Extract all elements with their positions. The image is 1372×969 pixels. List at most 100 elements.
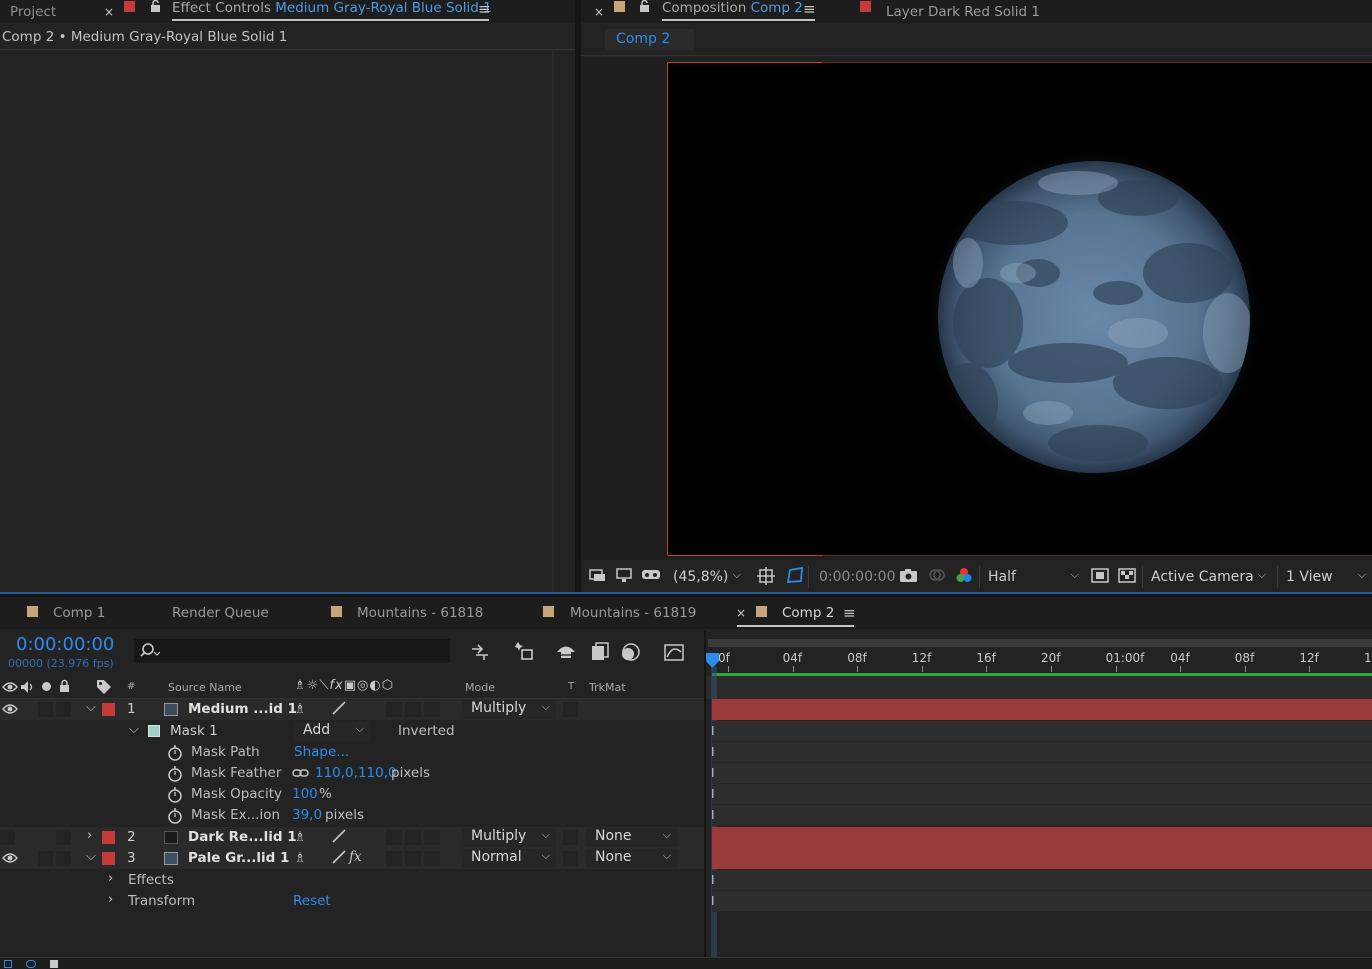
mask-path-row[interactable]: Mask Path Shape... (0, 742, 704, 763)
preserve-transparency-switch[interactable] (563, 702, 578, 717)
keyframe-nav-icon[interactable]: I (711, 745, 719, 759)
layer-1-duration-bar[interactable] (712, 699, 1372, 720)
toggle-render-icon[interactable] (50, 960, 58, 968)
mask-feather-value[interactable]: 110,0,110,0 (315, 765, 397, 781)
track-matte-dropdown[interactable]: None ⌵ (586, 849, 677, 868)
tab-comp1[interactable]: Comp 1 (53, 605, 105, 621)
shy-switch-icon[interactable]: ♗ (294, 701, 306, 717)
resolution-dropdown[interactable]: Half ⌵ (979, 566, 1085, 588)
mask-expansion-row[interactable]: Mask Ex...ion 39,0 pixels (0, 805, 704, 826)
keyframe-nav-icon[interactable]: I (711, 808, 719, 822)
frame-blend-switch[interactable] (386, 851, 402, 866)
blend-mode-dropdown[interactable]: Multiply ⌵ (462, 828, 556, 847)
close-icon[interactable]: × (594, 5, 604, 19)
keyframe-nav-icon[interactable]: I (711, 894, 719, 908)
motion-blur-switch[interactable] (405, 702, 421, 717)
layer-row-2[interactable]: › 2 Dark Re...lid 1 ♗ Multiply ⌵ None ⌵ (0, 827, 704, 848)
magnification-dropdown[interactable]: (45,8%) ⌵ (667, 566, 747, 588)
collapse-chevron-icon[interactable]: ⌵ (86, 700, 96, 715)
expand-chevron-icon[interactable]: › (108, 892, 113, 907)
transparency-grid-icon[interactable] (1118, 568, 1136, 588)
keyframe-nav-icon[interactable]: I (711, 873, 719, 887)
lock-switch[interactable] (56, 830, 71, 845)
preserve-transparency-switch[interactable] (563, 851, 578, 866)
tab-mountains-61818[interactable]: Mountains - 61818 (357, 605, 483, 621)
lock-icon[interactable] (639, 0, 650, 17)
mask-opacity-row[interactable]: Mask Opacity 100 % (0, 784, 704, 805)
video-switch[interactable] (0, 830, 15, 845)
collapse-chevron-icon[interactable]: ⌵ (86, 849, 96, 864)
effect-controls-scrollbar[interactable] (552, 51, 554, 592)
label-color-swatch[interactable] (102, 703, 115, 716)
expand-chevron-icon[interactable]: › (108, 871, 113, 886)
effect-switch-icon[interactable]: fx (349, 849, 362, 865)
vr-mask-icon[interactable] (641, 567, 661, 587)
composition-mini-flowchart-icon[interactable] (470, 643, 492, 665)
track-matte-dropdown[interactable]: None ⌵ (586, 828, 677, 847)
blend-mode-dropdown[interactable]: Normal ⌵ (462, 849, 556, 868)
monitor-icon[interactable] (615, 567, 633, 587)
current-time-field[interactable]: 0:00:00:00 (808, 566, 896, 588)
shy-layers-icon[interactable] (555, 643, 577, 665)
stopwatch-icon[interactable] (167, 744, 183, 765)
keyframe-nav-icon[interactable]: I (711, 787, 719, 801)
mask-expansion-value[interactable]: 39,0 (292, 807, 322, 823)
3d-switch[interactable] (424, 702, 440, 717)
mask-path-value[interactable]: Shape... (294, 744, 349, 760)
column-trkmat-header[interactable]: TrkMat (589, 681, 626, 694)
tab-render-queue[interactable]: Render Queue (172, 605, 269, 621)
view-layout-dropdown[interactable]: 1 View ⌵ (1277, 566, 1372, 588)
show-snapshot-icon[interactable] (927, 567, 947, 587)
mask-name[interactable]: Mask 1 (170, 723, 218, 739)
camera-snapshot-icon[interactable] (899, 567, 919, 587)
layer-row-1[interactable]: ⌵ 1 Medium ...id 1 ♗ Multiply ⌵ (0, 699, 704, 720)
constrain-proportions-icon[interactable] (292, 767, 310, 783)
audio-switch[interactable] (38, 851, 53, 866)
frame-blending-icon[interactable] (590, 642, 610, 666)
graph-editor-icon[interactable] (663, 642, 685, 666)
panel-menu-icon[interactable]: ≡ (843, 604, 856, 622)
mask-mode-dropdown[interactable]: Add ⌵ (294, 722, 370, 741)
tab-project[interactable]: Project (10, 4, 56, 20)
camera-view-dropdown[interactable]: Active Camera ⌵ (1142, 566, 1272, 588)
lock-switch[interactable] (56, 851, 71, 866)
motion-blur-switch[interactable] (405, 851, 421, 866)
frame-blend-switch[interactable] (386, 702, 402, 717)
region-of-interest-icon[interactable] (1091, 568, 1109, 588)
3d-switch[interactable] (424, 830, 440, 845)
tab-comp2-viewer[interactable]: Comp 2 (605, 29, 694, 50)
solo-icon[interactable] (42, 682, 51, 691)
tab-comp2[interactable]: Comp 2 (737, 603, 854, 627)
layer-name[interactable]: Medium ...id 1 (188, 701, 297, 717)
inverted-checkbox[interactable] (378, 724, 393, 739)
time-ruler[interactable]: 0f04f08f12f16f20f01:00f04f08f12f16f (704, 637, 1372, 676)
layer-search-input[interactable] (134, 639, 450, 663)
preserve-transparency-switch[interactable] (563, 830, 578, 845)
timeline-divider[interactable] (704, 631, 706, 969)
motion-blur-switch[interactable] (405, 830, 421, 845)
column-source-name-header[interactable]: Source Name (168, 681, 242, 694)
layer-2-duration-bar[interactable] (712, 827, 1372, 848)
eye-icon[interactable] (2, 680, 18, 698)
layer-row-3[interactable]: ⌵ 3 Pale Gr...lid 1 ♗ fx Normal ⌵ None ⌵ (0, 848, 704, 869)
current-time-display[interactable]: 0:00:00:00 (16, 634, 114, 655)
tab-layer[interactable]: Layer Dark Red Solid 1 (886, 4, 1040, 20)
frame-blend-switch[interactable] (386, 830, 402, 845)
expand-chevron-icon[interactable]: › (87, 828, 92, 843)
effects-group-row[interactable]: › Effects (0, 870, 704, 891)
stopwatch-icon[interactable] (167, 765, 183, 786)
collapse-chevron-icon[interactable]: ⌵ (129, 722, 139, 737)
tab-composition[interactable]: Composition Comp 2 (662, 0, 815, 21)
shy-switch-icon[interactable]: ♗ (294, 829, 306, 845)
label-color-swatch[interactable] (102, 831, 115, 844)
draft-3d-icon[interactable] (512, 641, 536, 667)
motion-blur-icon[interactable] (620, 642, 642, 666)
blend-mode-dropdown[interactable]: Multiply ⌵ (462, 700, 556, 719)
transform-group-row[interactable]: › Transform Reset (0, 891, 704, 912)
keyframe-nav-icon[interactable]: I (711, 724, 719, 738)
quality-switch-icon[interactable] (331, 828, 347, 848)
quality-switch-icon[interactable] (331, 849, 347, 869)
eye-icon[interactable] (2, 851, 18, 869)
lock-switch[interactable] (56, 702, 71, 717)
mask-feather-row[interactable]: Mask Feather 110,0,110,0 pixels (0, 763, 704, 784)
